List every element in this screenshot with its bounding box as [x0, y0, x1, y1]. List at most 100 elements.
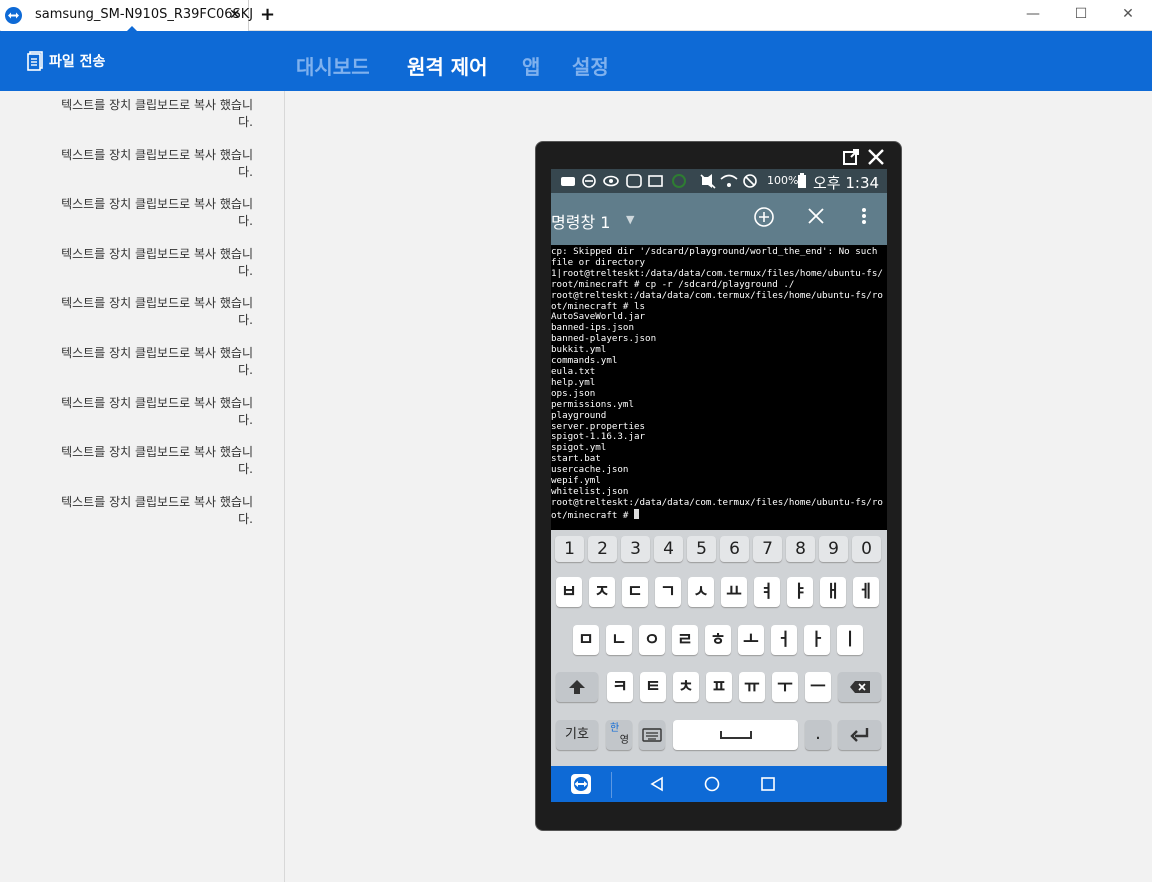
key-0[interactable]: 0: [852, 536, 881, 562]
terminal-app-bar: 명령창 1 ▼: [551, 193, 887, 245]
key-d[interactable]: ㄷ: [622, 577, 648, 607]
minimize-button[interactable]: —: [1018, 6, 1048, 22]
terminal-cursor: [633, 508, 639, 519]
key-b[interactable]: ㅂ: [556, 577, 582, 607]
header-bar: 파일 전송 대시보드 원격 제어 앱 설정: [0, 31, 1152, 91]
key-8[interactable]: 8: [786, 536, 815, 562]
lang-top-label: 한: [610, 723, 620, 734]
terminal-output[interactable]: cp: Skipped dir '/sdcard/playground/worl…: [551, 245, 887, 530]
tab-settings[interactable]: 설정: [572, 51, 609, 80]
list-item: 텍스트를 장치 클립보드로 복사 했습니다.: [61, 148, 253, 179]
file-transfer-button[interactable]: 파일 전송: [27, 51, 105, 71]
recents-icon[interactable]: [760, 776, 776, 796]
terminal-line: root@trelteskt:/data/data/com.termux/fil…: [551, 289, 883, 301]
key-n[interactable]: ㄴ: [606, 625, 632, 655]
terminal-prompt: ot/minecraft #: [551, 509, 634, 521]
key-t[interactable]: ㅌ: [640, 672, 666, 702]
session-title[interactable]: 명령창 1: [551, 209, 610, 233]
key-k[interactable]: ㅋ: [607, 672, 633, 702]
home-icon[interactable]: [704, 776, 720, 796]
terminal-line: root/minecraft # cp -r /sdcard/playgroun…: [551, 278, 795, 290]
key-eo[interactable]: ㅓ: [771, 625, 797, 655]
list-item: 텍스트를 장치 클립보드로 복사 했습니다.: [61, 495, 253, 526]
shift-key[interactable]: [556, 672, 598, 702]
lang-bottom-label: 영: [619, 735, 629, 746]
close-session-icon[interactable]: [806, 206, 826, 231]
enter-icon: [849, 728, 868, 742]
key-1[interactable]: 1: [555, 536, 584, 562]
key-r[interactable]: ㄹ: [672, 625, 698, 655]
language-toggle-key[interactable]: 한 영: [606, 720, 632, 750]
close-icon[interactable]: [867, 148, 885, 171]
list-item: 텍스트를 장치 클립보드로 복사 했습니다.: [61, 346, 253, 377]
key-2[interactable]: 2: [588, 536, 617, 562]
period-key[interactable]: .: [805, 720, 831, 750]
terminal-line: root@trelteskt:/data/data/com.termux/fil…: [551, 496, 883, 508]
file-transfer-icon: [27, 51, 43, 71]
more-options-icon[interactable]: [859, 206, 869, 231]
close-window-button[interactable]: ✕: [1113, 6, 1143, 22]
keyboard-settings-key[interactable]: [639, 720, 665, 750]
key-yo[interactable]: ㅛ: [721, 577, 747, 607]
terminal-line: eula.txt: [551, 365, 596, 377]
key-u[interactable]: ㅜ: [772, 672, 798, 702]
popout-icon[interactable]: [842, 148, 860, 171]
new-tab-button[interactable]: +: [260, 4, 275, 25]
key-a[interactable]: ㅏ: [804, 625, 830, 655]
maximize-button[interactable]: ☐: [1066, 6, 1096, 22]
key-eu[interactable]: ㅡ: [805, 672, 831, 702]
key-yu[interactable]: ㅠ: [739, 672, 765, 702]
android-nav-bar: [551, 766, 887, 802]
teamviewer-logo-icon: [5, 7, 22, 24]
key-o[interactable]: ㅗ: [738, 625, 764, 655]
key-ya[interactable]: ㅑ: [787, 577, 813, 607]
key-g[interactable]: ㄱ: [655, 577, 681, 607]
space-key[interactable]: [673, 720, 798, 750]
key-j[interactable]: ㅈ: [589, 577, 615, 607]
enter-key[interactable]: [838, 720, 881, 750]
device-tab[interactable]: samsung_SM-N910S_R39FC06SKJ ✕: [1, 0, 253, 31]
key-i[interactable]: ㅣ: [837, 625, 863, 655]
key-9[interactable]: 9: [819, 536, 848, 562]
key-m[interactable]: ㅁ: [573, 625, 599, 655]
symbol-key[interactable]: 기호: [556, 720, 598, 750]
chevron-down-icon[interactable]: ▼: [626, 213, 634, 226]
terminal-line: commands.yml: [551, 355, 618, 367]
key-3[interactable]: 3: [621, 536, 650, 562]
backspace-icon: [849, 681, 870, 693]
list-item: 텍스트를 장치 클립보드로 복사 했습니다.: [61, 445, 253, 476]
teamviewer-icon[interactable]: [571, 774, 591, 798]
title-bar: samsung_SM-N910S_R39FC06SKJ ✕ + — ☐ ✕: [0, 0, 1152, 31]
back-icon[interactable]: [649, 776, 665, 796]
keyboard-icon: [642, 728, 662, 742]
key-e[interactable]: ㅔ: [853, 577, 879, 607]
add-session-icon[interactable]: [753, 206, 775, 233]
backspace-key[interactable]: [838, 672, 881, 702]
shift-icon: [569, 680, 585, 694]
terminal-line: permissions.yml: [551, 398, 634, 410]
key-ae[interactable]: ㅐ: [820, 577, 846, 607]
android-status-bar: 100% 오후 1:34: [551, 169, 887, 193]
terminal-line: playground: [551, 409, 607, 421]
tab-close-icon[interactable]: ✕: [229, 7, 241, 23]
key-5[interactable]: 5: [687, 536, 716, 562]
tab-remote-control[interactable]: 원격 제어: [407, 51, 488, 80]
tab-dashboard[interactable]: 대시보드: [296, 51, 370, 80]
key-4[interactable]: 4: [654, 536, 683, 562]
tab-apps[interactable]: 앱: [522, 51, 540, 80]
key-6[interactable]: 6: [720, 536, 749, 562]
key-h[interactable]: ㅎ: [705, 625, 731, 655]
notification-icons: [559, 173, 759, 192]
key-ng[interactable]: ㅇ: [639, 625, 665, 655]
list-item: 텍스트를 장치 클립보드로 복사 했습니다.: [61, 98, 253, 129]
key-7[interactable]: 7: [753, 536, 782, 562]
file-transfer-label: 파일 전송: [49, 54, 106, 70]
key-s[interactable]: ㅅ: [688, 577, 714, 607]
key-p[interactable]: ㅍ: [706, 672, 732, 702]
key-yeo[interactable]: ㅕ: [754, 577, 780, 607]
device-screen-frame: 100% 오후 1:34 명령창 1 ▼ cp: Skipped dir '/s…: [535, 141, 902, 831]
onscreen-keyboard: 1 2 3 4 5 6 7 8 9 0 ㅂ ㅈ ㄷ ㄱ ㅅ ㅛ ㅕ ㅑ ㅐ ㅔ …: [551, 530, 887, 766]
nav-divider: [611, 772, 612, 798]
key-ch[interactable]: ㅊ: [673, 672, 699, 702]
terminal-line: usercache.json: [551, 464, 629, 476]
